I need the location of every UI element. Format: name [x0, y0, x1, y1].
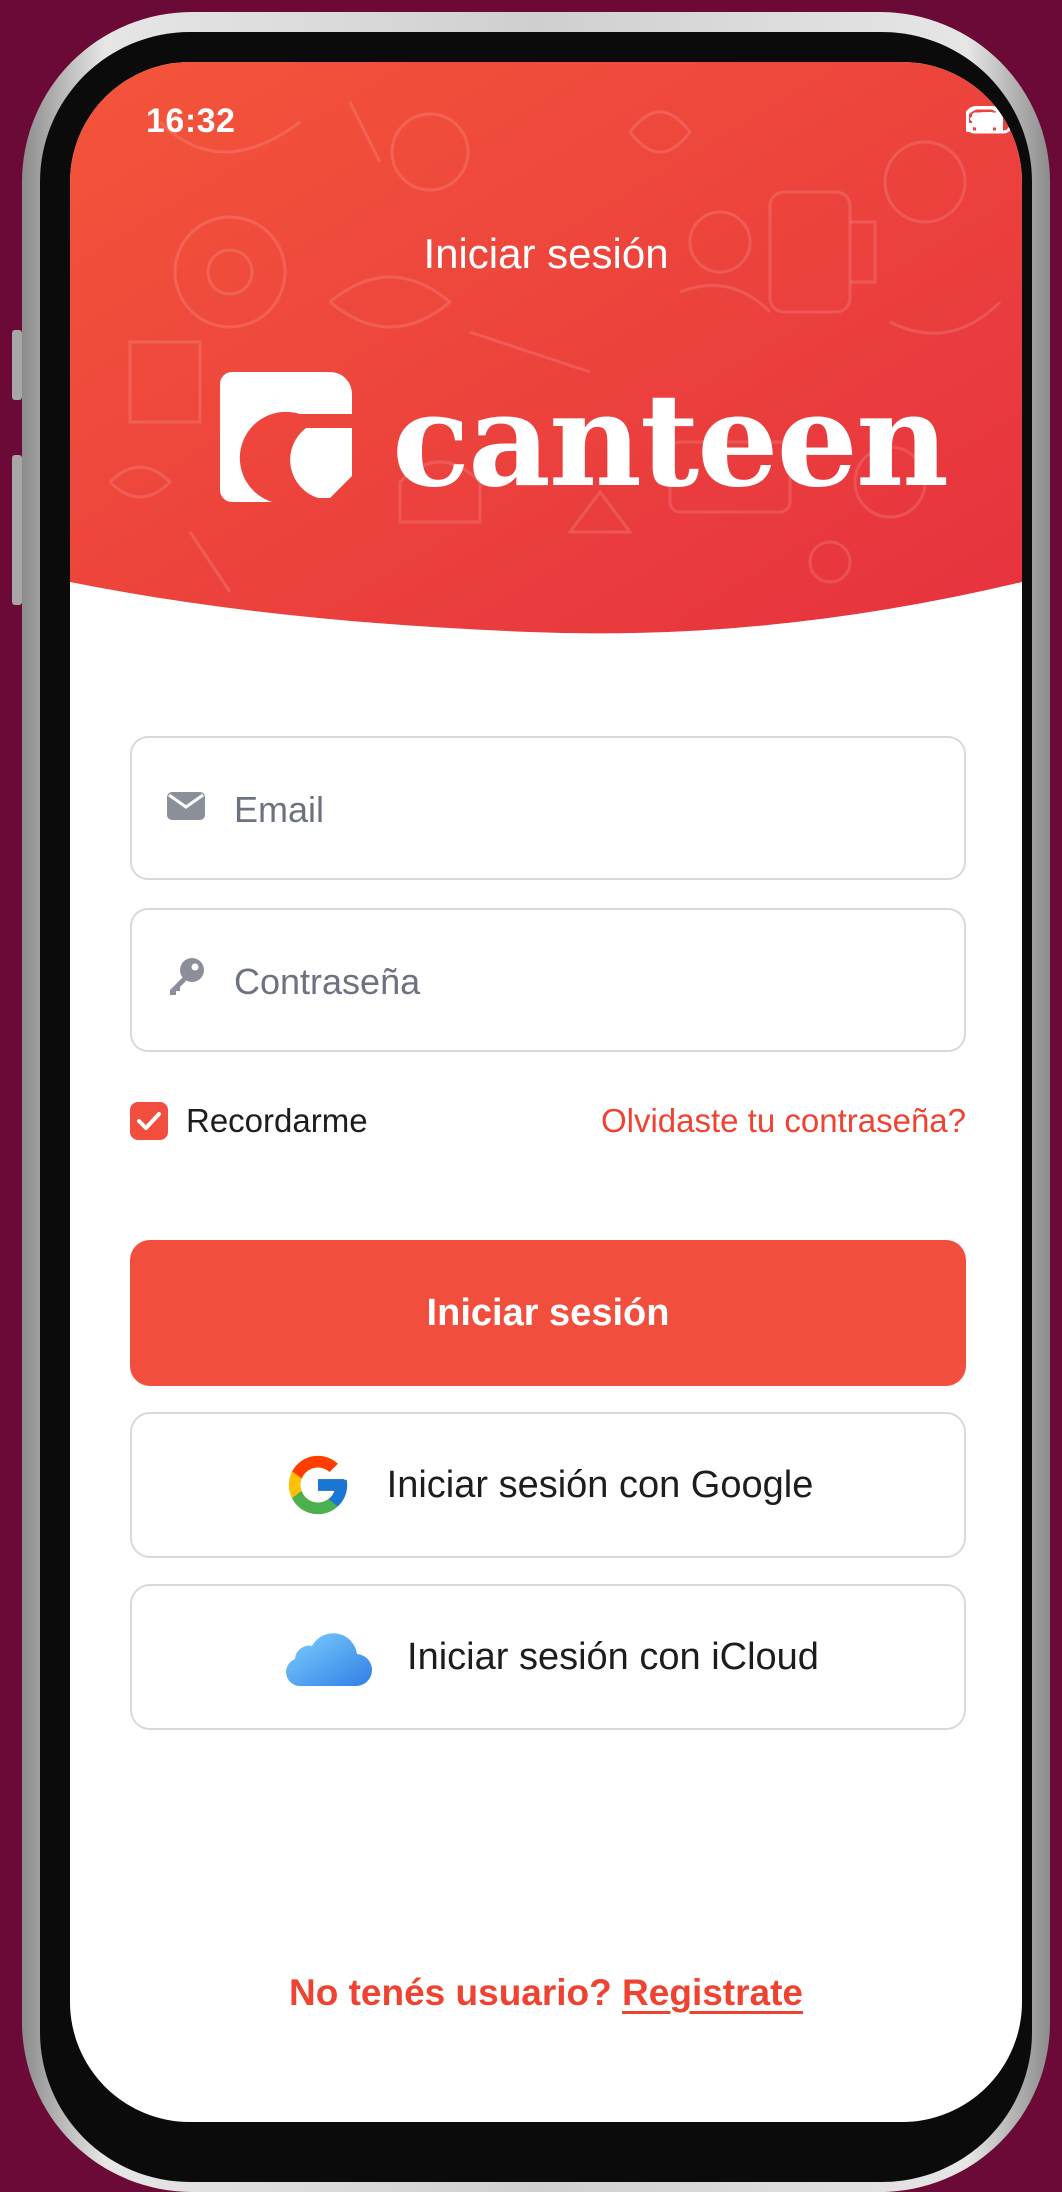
canteen-logo-icon — [220, 372, 352, 502]
brand-name: canteen — [392, 366, 949, 516]
email-field[interactable] — [130, 736, 966, 880]
google-login-button[interactable]: Iniciar sesión con Google — [130, 1412, 966, 1558]
password-input[interactable] — [232, 946, 936, 1018]
icloud-login-label: Iniciar sesión con iCloud — [407, 1635, 819, 1678]
password-field[interactable] — [130, 908, 966, 1052]
remember-me[interactable]: Recordarme — [130, 1102, 368, 1140]
page-title: Iniciar sesión — [423, 230, 669, 277]
status-time: 16:32 — [146, 102, 236, 140]
icloud-login-button[interactable]: Iniciar sesión con iCloud — [130, 1584, 966, 1730]
forgot-password-link[interactable]: Olvidaste tu contraseña? — [601, 1102, 966, 1140]
key-icon — [170, 958, 204, 995]
google-icon — [288, 1455, 347, 1515]
register-link[interactable]: Registrate — [622, 1972, 803, 2013]
app-screen: 16:32 Iniciar sesión canteen Email Recor… — [70, 62, 1022, 2122]
google-login-label: Iniciar sesión con Google — [386, 1463, 814, 1506]
register-question: No tenés usuario? — [288, 1972, 612, 2013]
register-prompt: No tenés usuario? Registrate — [70, 1972, 1022, 2014]
check-icon — [137, 1112, 161, 1130]
icloud-icon — [286, 1633, 373, 1687]
remember-label: Recordarme — [186, 1102, 368, 1139]
battery-icon — [966, 106, 1017, 134]
envelope-icon — [167, 792, 205, 820]
remember-checkbox[interactable] — [130, 1102, 168, 1140]
hero-header: 16:32 Iniciar sesión canteen — [70, 62, 1022, 662]
login-button[interactable]: Iniciar sesión — [130, 1240, 966, 1386]
side-button-silent — [12, 330, 22, 400]
brand-logo: canteen — [210, 362, 949, 562]
email-input[interactable] — [232, 774, 936, 846]
side-button-volume — [12, 455, 22, 605]
